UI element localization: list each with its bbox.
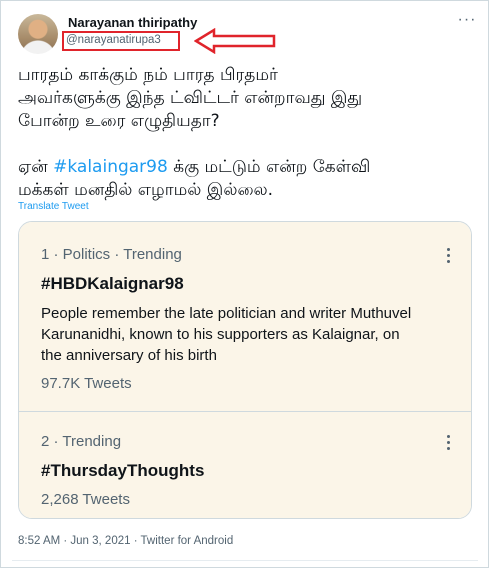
more-horizontal-icon[interactable]: ··· [456, 12, 478, 30]
tweet-line: அவர்களுக்கு இந்த ட்விட்டர் என்றாவது இது [18, 88, 363, 108]
trend-description-line: the anniversary of his birth [41, 347, 217, 364]
tweet-line: பாரதம் காக்கும் நம் பாரத பிரதமர் [18, 65, 278, 85]
more-vertical-icon[interactable] [445, 248, 451, 266]
trend-title: #ThursdayThoughts [41, 461, 205, 480]
trends-card: 1 · Politics · Trending #HBDKalaignar98 … [18, 221, 472, 519]
trend-item[interactable]: 2 · Trending #ThursdayThoughts 2,268 Twe… [19, 412, 471, 518]
trend-tweet-count: 2,268 Tweets [41, 491, 130, 508]
trend-description-line: Karunanidhi, known to his supporters as … [41, 326, 400, 343]
author-handle[interactable]: @narayanatirupa3 [66, 34, 161, 46]
tweet-text: பாரதம் காக்கும் நம் பாரத பிரதமர் அவர்களு… [18, 64, 478, 202]
trend-tweet-count: 97.7K Tweets [41, 375, 132, 392]
tweet-line: ஏன் #kalaingar98 க்கு மட்டும் என்ற கேள்வ… [18, 156, 478, 179]
tweet-line: மக்கள் மனதில் எழாமல் இல்லை. [18, 180, 274, 200]
trend-meta: 1 · Politics · Trending [41, 246, 182, 263]
avatar[interactable] [18, 14, 58, 54]
author-display-name[interactable]: Narayanan thiripathy [68, 15, 197, 30]
trend-title: #HBDKalaignar98 [41, 274, 184, 293]
red-arrow-left-icon [194, 28, 276, 54]
trend-meta: 2 · Trending [41, 433, 122, 450]
tweet-text-segment: க்கு மட்டும் என்ற கேள்வி [167, 157, 371, 177]
tweet-text-segment: ஏன் [18, 157, 54, 177]
more-vertical-icon[interactable] [445, 435, 451, 453]
hashtag-link[interactable]: #kalaingar98 [53, 157, 168, 177]
trend-item[interactable]: 1 · Politics · Trending #HBDKalaignar98 … [19, 222, 471, 411]
trend-description: People remember the late politician and … [41, 303, 461, 366]
tweet-line: போன்ற உரை எழுதியதா? [18, 111, 220, 131]
trend-description-line: People remember the late politician and … [41, 305, 412, 322]
translate-tweet-link[interactable]: Translate Tweet [18, 201, 89, 212]
bottom-divider [12, 560, 478, 561]
tweet-timestamp[interactable]: 8:52 AM · Jun 3, 2021 · Twitter for Andr… [18, 535, 233, 547]
